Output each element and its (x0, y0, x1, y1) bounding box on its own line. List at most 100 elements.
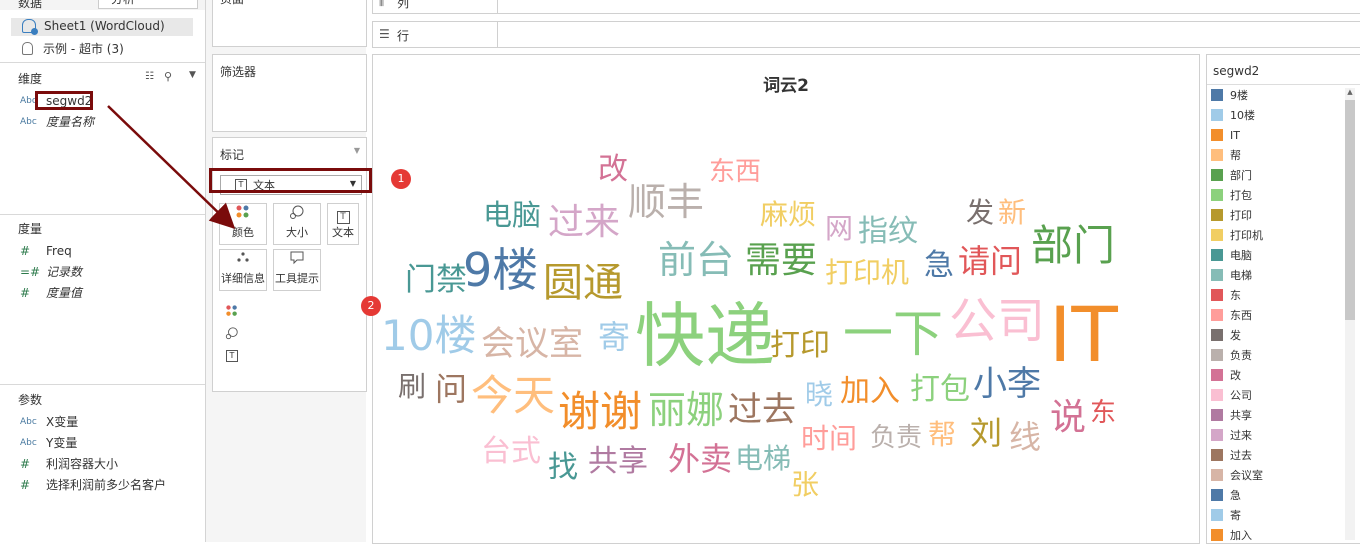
word-mark[interactable]: 刷 (398, 373, 426, 401)
word-mark[interactable]: 外卖 (668, 443, 732, 475)
word-mark[interactable]: 谢谢 (558, 391, 642, 433)
measure-field[interactable]: # 度量值 (20, 284, 82, 302)
word-mark[interactable]: 前台 (658, 241, 734, 279)
legend-swatch (1211, 289, 1223, 301)
legend-label: 改 (1230, 369, 1241, 382)
field-label: 利润容器大小 (46, 457, 119, 471)
legend-item[interactable]: 9楼 (1211, 85, 1248, 105)
word-mark[interactable]: 共享 (588, 447, 648, 477)
calculated-number-icon: =# (20, 265, 41, 279)
parameter-field[interactable]: Abc X变量 (20, 413, 78, 431)
legend-item[interactable]: 打印机 (1211, 225, 1263, 245)
word-mark[interactable]: 公司 (949, 297, 1045, 345)
word-mark[interactable]: 门禁 (405, 265, 467, 296)
legend-item[interactable]: 共享 (1211, 405, 1252, 425)
word-mark[interactable]: 东西 (709, 159, 761, 185)
legend-item[interactable]: 发 (1211, 325, 1241, 345)
legend-item[interactable]: 电脑 (1211, 245, 1252, 265)
legend-label: 公司 (1230, 389, 1252, 402)
word-mark[interactable]: 会议室 (481, 327, 583, 361)
word-mark[interactable]: 部门 (1031, 225, 1115, 267)
legend-item[interactable]: 加入 (1211, 525, 1252, 543)
columns-shelf[interactable]: ⫼ 列 (372, 0, 1360, 14)
parameter-field[interactable]: # 利润容器大小 (20, 455, 118, 473)
legend-item[interactable]: 电梯 (1211, 265, 1252, 285)
word-mark[interactable]: 晓 (805, 381, 833, 409)
measure-field[interactable]: =# 记录数 (20, 263, 82, 281)
word-mark[interactable]: 寄 (598, 321, 630, 353)
text-pill[interactable]: segwd2 (243, 348, 354, 367)
word-mark[interactable]: 麻烦 (760, 201, 816, 229)
legend-item[interactable]: 急 (1211, 485, 1241, 505)
word-mark[interactable]: 台式 (481, 437, 541, 467)
legend-item[interactable]: 打包 (1211, 185, 1252, 205)
scroll-thumb[interactable] (1345, 100, 1355, 320)
word-mark[interactable]: 新 (998, 199, 1026, 227)
detail-button[interactable]: 详细信息 (219, 249, 267, 291)
legend-item[interactable]: 东 (1211, 285, 1241, 305)
scroll-up-icon[interactable]: ▲ (1345, 88, 1355, 96)
word-mark[interactable]: 需要 (745, 243, 817, 279)
word-mark[interactable]: 指纹 (858, 217, 918, 247)
word-mark[interactable]: 张 (791, 471, 819, 499)
tooltip-button[interactable]: 工具提示 (273, 249, 321, 291)
word-mark[interactable]: 改 (598, 155, 628, 185)
tooltip-icon (274, 250, 320, 270)
rows-shelf[interactable]: ☰ 行 (372, 21, 1360, 48)
word-mark[interactable]: 网 (825, 215, 853, 243)
field-label: 选择利润前多少名客户 (46, 478, 167, 492)
field-label: Y变量 (46, 436, 78, 450)
word-mark[interactable]: 打印机 (825, 259, 909, 287)
word-mark[interactable]: 负责 (870, 425, 922, 451)
word-mark[interactable]: 9楼 (463, 247, 538, 293)
legend-item[interactable]: 打印 (1211, 205, 1252, 225)
word-mark[interactable]: 发 (966, 199, 994, 227)
word-mark[interactable]: 帮 (928, 421, 956, 449)
legend-item[interactable]: IT (1211, 125, 1240, 145)
legend-swatch (1211, 469, 1223, 481)
parameter-field[interactable]: # 选择利润前多少名客户 (20, 476, 166, 494)
word-mark[interactable]: IT (1049, 297, 1118, 373)
word-mark[interactable]: 打印 (770, 331, 830, 361)
word-mark[interactable]: 电梯 (735, 445, 791, 473)
word-mark[interactable]: 说 (1050, 400, 1086, 436)
legend-item[interactable]: 公司 (1211, 385, 1252, 405)
parameter-field[interactable]: Abc Y变量 (20, 434, 77, 452)
word-mark[interactable]: 今天 (471, 375, 555, 417)
word-mark[interactable]: 问 (435, 373, 467, 405)
legend-swatch (1211, 449, 1223, 461)
word-mark[interactable]: 过去 (728, 393, 796, 427)
legend-item[interactable]: 寄 (1211, 505, 1241, 525)
word-mark[interactable]: 找 (548, 453, 578, 483)
word-mark[interactable]: 加入 (840, 377, 900, 407)
word-mark[interactable]: 电脑 (483, 201, 541, 230)
word-mark[interactable]: 顺丰 (628, 183, 704, 221)
word-mark[interactable]: 小李 (973, 367, 1041, 401)
legend-item[interactable]: 过去 (1211, 445, 1252, 465)
legend-scrollbar[interactable]: ▲ (1345, 88, 1355, 540)
legend-item[interactable]: 改 (1211, 365, 1241, 385)
word-mark[interactable]: 过来 (548, 205, 620, 241)
word-mark[interactable]: 打包 (910, 375, 970, 405)
word-mark[interactable]: 时间 (801, 425, 857, 453)
legend-item[interactable]: 过来 (1211, 425, 1252, 445)
legend-label: 发 (1230, 329, 1241, 342)
color-pill[interactable]: segwd2 (243, 302, 354, 321)
legend-item[interactable]: 负责 (1211, 345, 1252, 365)
word-mark[interactable]: 一下 (843, 309, 943, 359)
word-mark[interactable]: 请问 (958, 245, 1022, 277)
size-pill[interactable]: 总计(Freq) (243, 325, 354, 344)
legend-item[interactable]: 帮 (1211, 145, 1241, 165)
word-mark[interactable]: 丽娜 (648, 391, 724, 429)
word-mark[interactable]: 圆通 (543, 263, 623, 303)
legend-item[interactable]: 部门 (1211, 165, 1252, 185)
word-mark[interactable]: 线 (1009, 421, 1041, 453)
legend-item[interactable]: 会议室 (1211, 465, 1263, 485)
word-mark[interactable]: 10楼 (381, 315, 476, 357)
word-mark[interactable]: 刘 (970, 417, 1002, 449)
legend-item[interactable]: 东西 (1211, 305, 1252, 325)
word-mark[interactable]: 急 (924, 251, 954, 281)
word-mark[interactable]: 快递 (635, 301, 775, 371)
word-mark[interactable]: 东 (1090, 400, 1116, 426)
legend-item[interactable]: 10楼 (1211, 105, 1255, 125)
